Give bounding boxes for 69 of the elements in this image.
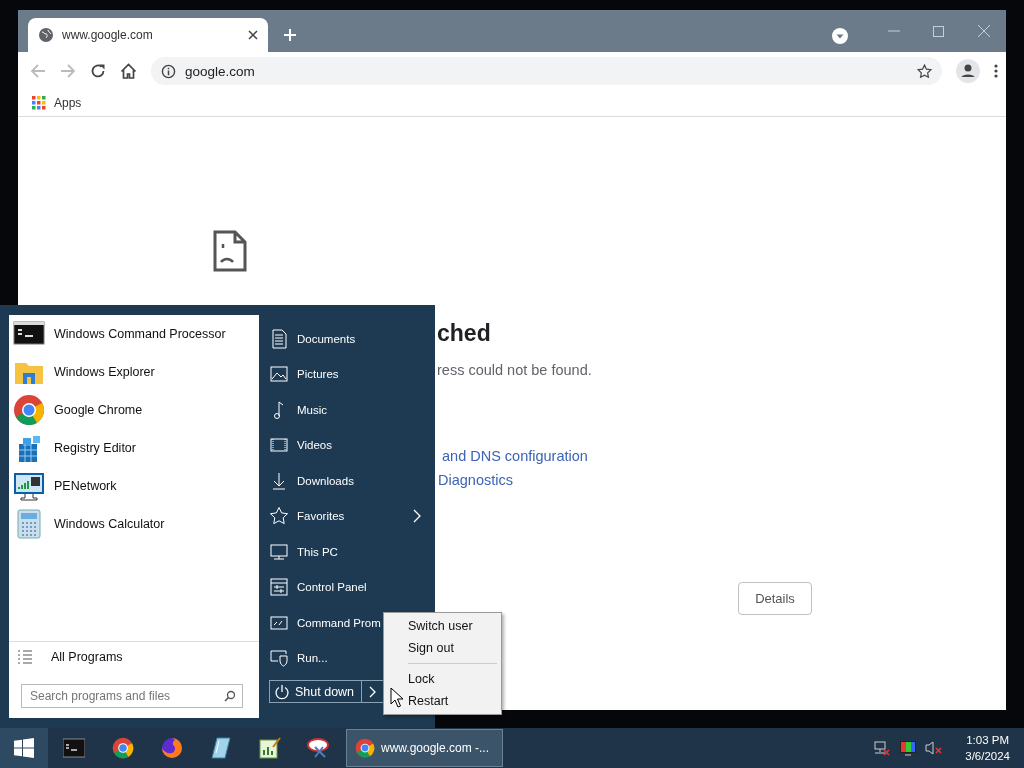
color-display-icon[interactable]	[899, 740, 918, 756]
panel-icon	[269, 577, 289, 598]
profile-icon[interactable]	[956, 59, 980, 83]
star-icon[interactable]	[917, 63, 932, 79]
snipping-icon	[306, 737, 331, 759]
details-button[interactable]: Details	[738, 582, 812, 615]
places-item[interactable]: Control Panel	[269, 569, 435, 605]
volume-muted-icon[interactable]	[925, 740, 944, 756]
tab-title: www.google.com	[62, 28, 154, 42]
glass-pane-icon	[210, 737, 231, 759]
document-icon	[269, 328, 289, 349]
chart-pencil-icon	[258, 737, 281, 759]
chrome-icon	[13, 394, 45, 426]
start-button[interactable]	[0, 728, 48, 768]
dropdown-icon[interactable]	[832, 28, 848, 44]
browser-tab[interactable]: www.google.com	[28, 18, 268, 52]
chevron-icon	[369, 685, 376, 698]
places-item[interactable]: Pictures	[269, 356, 435, 392]
menu-item[interactable]: Switch user	[384, 615, 501, 637]
program-item[interactable]: Windows Calculator	[9, 505, 259, 543]
places-item[interactable]: This PC	[269, 534, 435, 570]
picture-icon	[269, 364, 289, 385]
places-item[interactable]: Music	[269, 392, 435, 428]
network-icon	[13, 470, 45, 502]
bookmark-link[interactable]: Apps	[54, 96, 82, 110]
cursor-icon	[390, 687, 403, 708]
menu-icon[interactable]	[994, 64, 998, 78]
list-icon	[17, 649, 33, 665]
places-item[interactable]: Favorites	[269, 498, 435, 534]
apps-grid-icon[interactable]	[32, 96, 46, 110]
reload-icon[interactable]	[90, 63, 106, 79]
search-icon	[224, 690, 236, 702]
program-item[interactable]: Registry Editor	[9, 429, 259, 467]
star-icon	[269, 506, 289, 527]
places-item[interactable]: Documents	[269, 321, 435, 357]
maximize-icon[interactable]	[933, 25, 944, 37]
info-icon[interactable]	[161, 63, 176, 79]
menu-item[interactable]: Lock	[384, 668, 501, 690]
help-link[interactable]: Diagnostics	[438, 470, 513, 490]
error-message: ress could not be found.	[437, 361, 593, 380]
clock-time: 1:03 PM	[966, 733, 1010, 748]
windows-logo-icon	[14, 738, 34, 758]
chrome-icon	[111, 737, 134, 759]
program-item[interactable]: Google Chrome	[9, 391, 259, 429]
console-icon	[62, 738, 85, 758]
all-programs-item[interactable]: All Programs	[9, 641, 259, 672]
places-item[interactable]: Downloads	[269, 463, 435, 499]
home-icon[interactable]	[120, 63, 137, 79]
power-icon	[274, 683, 290, 700]
sad-page-icon	[213, 230, 247, 272]
network-error-icon[interactable]	[873, 740, 892, 756]
error-heading: ched	[437, 319, 492, 348]
help-link[interactable]: and DNS configuration	[442, 446, 588, 466]
program-item[interactable]: Windows Explorer	[9, 353, 259, 391]
taskbar-window-button[interactable]: www.google.com -...	[346, 729, 503, 767]
chevron-icon	[413, 509, 421, 524]
address-bar[interactable]: google.com	[151, 57, 942, 85]
places-item[interactable]: Videos	[269, 427, 435, 463]
fox-globe-icon	[160, 737, 183, 759]
menu-item[interactable]: Restart	[384, 690, 501, 712]
chrome-icon	[355, 738, 375, 758]
close-icon[interactable]	[248, 30, 258, 40]
program-item[interactable]: Windows Command Processor	[9, 315, 259, 353]
run-icon	[269, 648, 289, 669]
program-item[interactable]: PENetwork	[9, 467, 259, 505]
search-field[interactable]: Search programs and files	[21, 684, 243, 708]
menu-item[interactable]: Sign out	[384, 637, 501, 659]
clock-date: 3/6/2024	[965, 749, 1010, 764]
monitor-icon	[269, 541, 289, 562]
